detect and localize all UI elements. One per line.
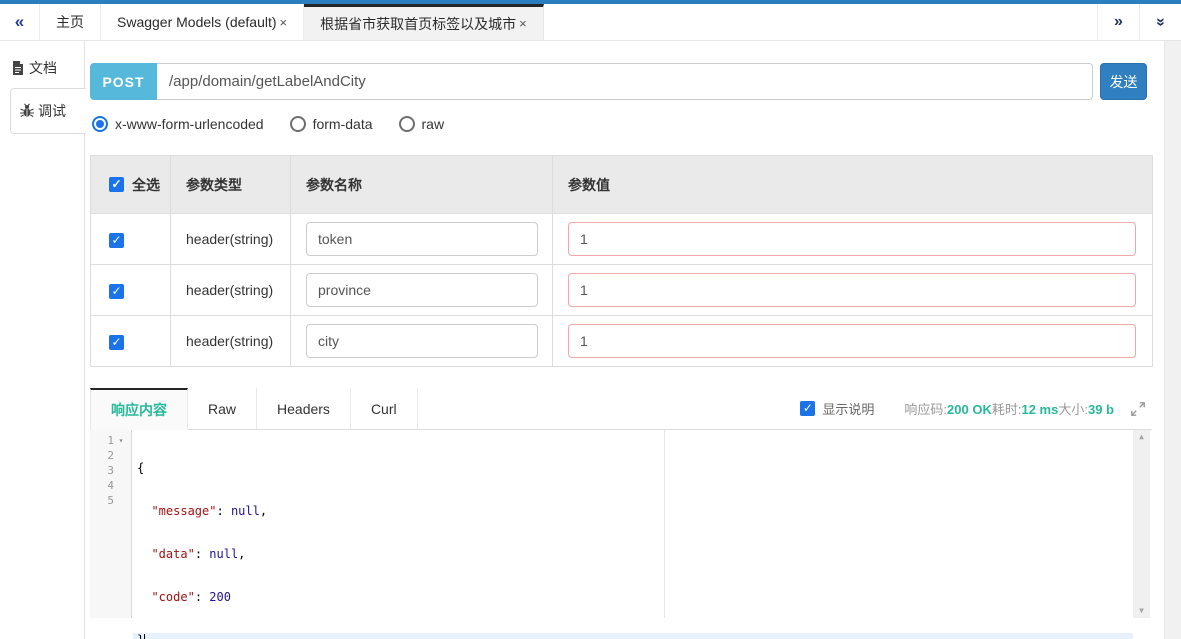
param-value-input[interactable] — [568, 222, 1136, 256]
line-number: 4 — [90, 479, 114, 492]
select-all-label: 全选 — [132, 175, 160, 195]
page-scrollbar[interactable] — [1164, 41, 1181, 639]
column-header-type: 参数类型 — [171, 156, 291, 214]
params-table: ✓ 全选 参数类型 参数名称 参数值 ✓ header(string) ✓ he… — [90, 155, 1153, 367]
param-name-input[interactable] — [306, 273, 538, 307]
tab-label: Raw — [208, 401, 236, 417]
tab-label: 主页 — [56, 12, 84, 32]
status-time-label: 耗时: — [992, 402, 1022, 417]
text-cursor — [144, 634, 145, 639]
editor-gutter: 1▾ 2 3 4 5 — [90, 430, 132, 618]
tab-swagger-models[interactable]: Swagger Models (default) × — [101, 4, 304, 40]
status-code-label: 响应码: — [904, 402, 947, 417]
table-row: ✓ header(string) — [91, 316, 1153, 367]
radio-raw[interactable]: raw — [399, 116, 445, 132]
collapse-left-icon: « — [15, 12, 24, 32]
sidebar-item-label: 文档 — [29, 58, 57, 78]
next-tabs-button[interactable]: » — [1097, 4, 1139, 40]
code-line: { — [133, 461, 1133, 476]
param-name-input[interactable] — [306, 324, 538, 358]
table-row: ✓ header(string) — [91, 265, 1153, 316]
row-checkbox[interactable]: ✓ — [109, 284, 124, 299]
sidebar-item-docs[interactable]: 文档 — [10, 52, 76, 84]
line-number: 3 — [90, 464, 114, 477]
tab-get-label-and-city[interactable]: 根据省市获取首页标签以及城市 × — [304, 4, 544, 40]
table-header-row: ✓ 全选 参数类型 参数名称 参数值 — [91, 156, 1153, 214]
status-time-value: 12 ms — [1021, 402, 1058, 417]
row-checkbox[interactable]: ✓ — [109, 335, 124, 350]
line-number: 2 — [90, 449, 114, 462]
tab-raw[interactable]: Raw — [188, 388, 257, 429]
close-all-tabs-button[interactable]: « — [1139, 4, 1181, 40]
tab-label: 根据省市获取首页标签以及城市 — [320, 14, 516, 34]
chevron-right-icon: » — [1114, 13, 1123, 31]
bug-icon — [19, 103, 35, 119]
chevron-double-down-icon: « — [1152, 18, 1170, 27]
tab-label: Curl — [371, 401, 397, 417]
line-number: 5 — [90, 494, 114, 507]
tab-headers[interactable]: Headers — [257, 388, 351, 429]
radio-label: form-data — [313, 116, 373, 132]
response-status-text: 响应码:200 OK耗时:12 ms大小:39 b — [904, 399, 1114, 418]
select-all-checkbox[interactable]: ✓ — [109, 177, 124, 192]
tab-close-icon[interactable]: × — [519, 16, 527, 31]
show-description-label: 显示说明 — [822, 399, 874, 418]
status-code-value: 200 OK — [947, 402, 992, 417]
tab-close-icon[interactable]: × — [280, 15, 288, 30]
tab-home[interactable]: 主页 — [40, 4, 101, 40]
response-body-editor[interactable]: 1▾ 2 3 4 5 { "message": null, "data": nu… — [90, 430, 1150, 618]
param-type: header(string) — [171, 265, 291, 316]
table-row: ✓ header(string) — [91, 214, 1153, 265]
code-line: "data": null, — [133, 547, 1133, 562]
radio-label: x-www-form-urlencoded — [115, 116, 264, 132]
radio-form-data[interactable]: form-data — [290, 116, 373, 132]
code-line-active: } — [133, 633, 1133, 639]
fold-arrow-icon[interactable]: ▾ — [114, 436, 128, 445]
scroll-up-icon[interactable]: ▲ — [1139, 433, 1144, 441]
status-size-label: 大小: — [1058, 402, 1088, 417]
radio-unselected-icon[interactable] — [399, 116, 415, 132]
line-number: 1 — [90, 434, 114, 447]
column-header-value: 参数值 — [553, 156, 1153, 214]
radio-unselected-icon[interactable] — [290, 116, 306, 132]
radio-label: raw — [422, 116, 445, 132]
request-url-input[interactable] — [157, 63, 1093, 100]
response-meta: ✓ 显示说明 响应码:200 OK耗时:12 ms大小:39 b — [800, 388, 1152, 429]
tab-label: Headers — [277, 401, 330, 417]
radio-selected-icon[interactable] — [92, 116, 108, 132]
response-tabs-bar: 响应内容 Raw Headers Curl ✓ 显示说明 响应码:200 OK耗… — [90, 388, 1152, 430]
status-size-value: 39 b — [1088, 402, 1114, 417]
content-type-options: x-www-form-urlencoded form-data raw — [92, 112, 444, 136]
param-value-input[interactable] — [568, 273, 1136, 307]
tab-response-content[interactable]: 响应内容 — [90, 388, 188, 430]
request-bar: POST 发送 — [90, 63, 1147, 100]
tab-curl[interactable]: Curl — [351, 388, 418, 429]
api-debug-page: « 主页 Swagger Models (default) × 根据省市获取首页… — [0, 0, 1181, 639]
http-method-badge: POST — [90, 63, 157, 100]
tab-label: 响应内容 — [111, 400, 167, 420]
radio-x-www-form-urlencoded[interactable]: x-www-form-urlencoded — [92, 116, 264, 132]
row-checkbox[interactable]: ✓ — [109, 233, 124, 248]
code-area[interactable]: { "message": null, "data": null, "code":… — [133, 430, 1133, 618]
param-type: header(string) — [171, 214, 291, 265]
show-description-checkbox[interactable]: ✓ — [800, 401, 815, 416]
sidebar-collapse-button[interactable]: « — [0, 4, 40, 40]
send-button[interactable]: 发送 — [1100, 63, 1147, 100]
param-value-input[interactable] — [568, 324, 1136, 358]
editor-scrollbar[interactable]: ▲ ▼ — [1133, 430, 1150, 618]
show-description-toggle[interactable]: ✓ 显示说明 — [800, 399, 874, 418]
tab-bar: « 主页 Swagger Models (default) × 根据省市获取首页… — [0, 4, 1181, 41]
column-header-name: 参数名称 — [291, 156, 553, 214]
code-line: "message": null, — [133, 504, 1133, 519]
tab-bar-actions: » « — [1097, 4, 1181, 40]
fullscreen-icon[interactable] — [1130, 401, 1146, 417]
param-type: header(string) — [171, 316, 291, 367]
document-icon — [10, 60, 26, 76]
code-line: "code": 200 — [133, 590, 1133, 605]
sidebar-item-label: 调试 — [38, 101, 66, 121]
scroll-down-icon[interactable]: ▼ — [1139, 607, 1144, 615]
tab-label: Swagger Models (default) — [117, 14, 277, 30]
sidebar-item-debug[interactable]: 调试 — [10, 88, 86, 134]
param-name-input[interactable] — [306, 222, 538, 256]
